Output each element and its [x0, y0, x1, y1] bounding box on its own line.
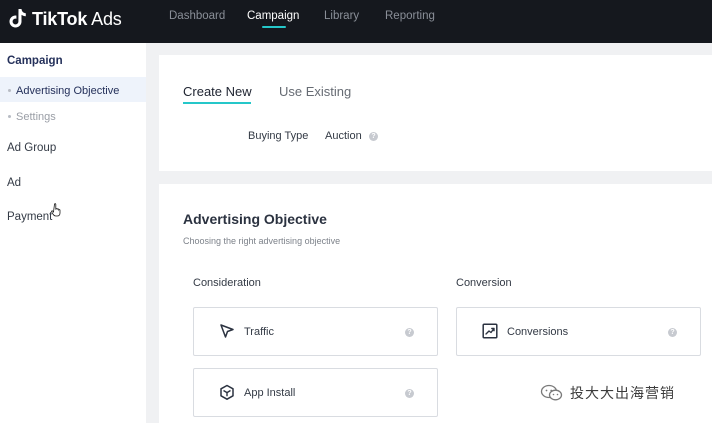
brand-logo[interactable]: TikTok Ads: [8, 8, 122, 30]
objective-label: App Install: [244, 387, 296, 399]
cursor-arrow-icon: [220, 324, 234, 338]
consideration-label: Consideration: [193, 277, 261, 289]
section-subtitle: Choosing the right advertising objective: [183, 236, 341, 246]
tab-active-indicator: [183, 102, 251, 104]
tab-use-existing[interactable]: Use Existing: [279, 84, 351, 99]
conversion-label: Conversion: [456, 277, 512, 289]
sidebar-item-advertising-objective[interactable]: Advertising Objective: [16, 85, 119, 97]
sidebar-item-settings[interactable]: Settings: [16, 111, 56, 123]
trend-chart-icon: [482, 323, 498, 339]
help-icon[interactable]: ?: [405, 389, 414, 398]
sidebar-item-ad-group[interactable]: Ad Group: [7, 142, 56, 154]
nav-campaign[interactable]: Campaign: [247, 10, 299, 22]
sidebar-item-campaign[interactable]: Campaign: [7, 55, 63, 67]
objective-card-traffic[interactable]: Traffic ?: [193, 307, 438, 356]
app-cube-icon: [220, 384, 234, 400]
nav-active-indicator: [262, 26, 286, 28]
watermark-text: 投大大出海营销: [570, 385, 675, 401]
section-title: Advertising Objective: [183, 211, 327, 227]
campaign-setup-panel: [159, 55, 712, 171]
sidebar-item-payment[interactable]: Payment: [7, 211, 52, 223]
hand-pointer-icon: [51, 203, 61, 217]
objective-label: Traffic: [244, 326, 274, 338]
tab-create-new[interactable]: Create New: [183, 84, 252, 99]
watermark: 投大大出海营销: [540, 383, 675, 403]
nav-dashboard[interactable]: Dashboard: [169, 10, 225, 22]
brand-name: TikTok Ads: [32, 8, 122, 29]
help-icon[interactable]: ?: [405, 328, 414, 337]
tiktok-logo-icon: [9, 9, 26, 28]
objective-label: Conversions: [507, 326, 569, 338]
sidebar-dot-icon: [8, 115, 11, 118]
help-icon[interactable]: ?: [668, 328, 677, 337]
objective-card-conversions[interactable]: Conversions ?: [456, 307, 701, 356]
buying-type-value: Auction: [325, 130, 362, 142]
nav-library[interactable]: Library: [324, 10, 359, 22]
sidebar-dot-icon: [8, 89, 11, 92]
buying-type-label: Buying Type: [248, 130, 309, 142]
objective-card-app-install[interactable]: App Install ?: [193, 368, 438, 417]
sidebar: Campaign Advertising Objective Settings …: [0, 43, 146, 423]
wechat-icon: [540, 384, 563, 401]
sidebar-item-ad[interactable]: Ad: [7, 177, 21, 189]
help-icon[interactable]: ?: [369, 132, 378, 141]
top-navbar: TikTok Ads Dashboard Campaign Library Rep…: [0, 0, 712, 43]
nav-reporting[interactable]: Reporting: [385, 10, 435, 22]
